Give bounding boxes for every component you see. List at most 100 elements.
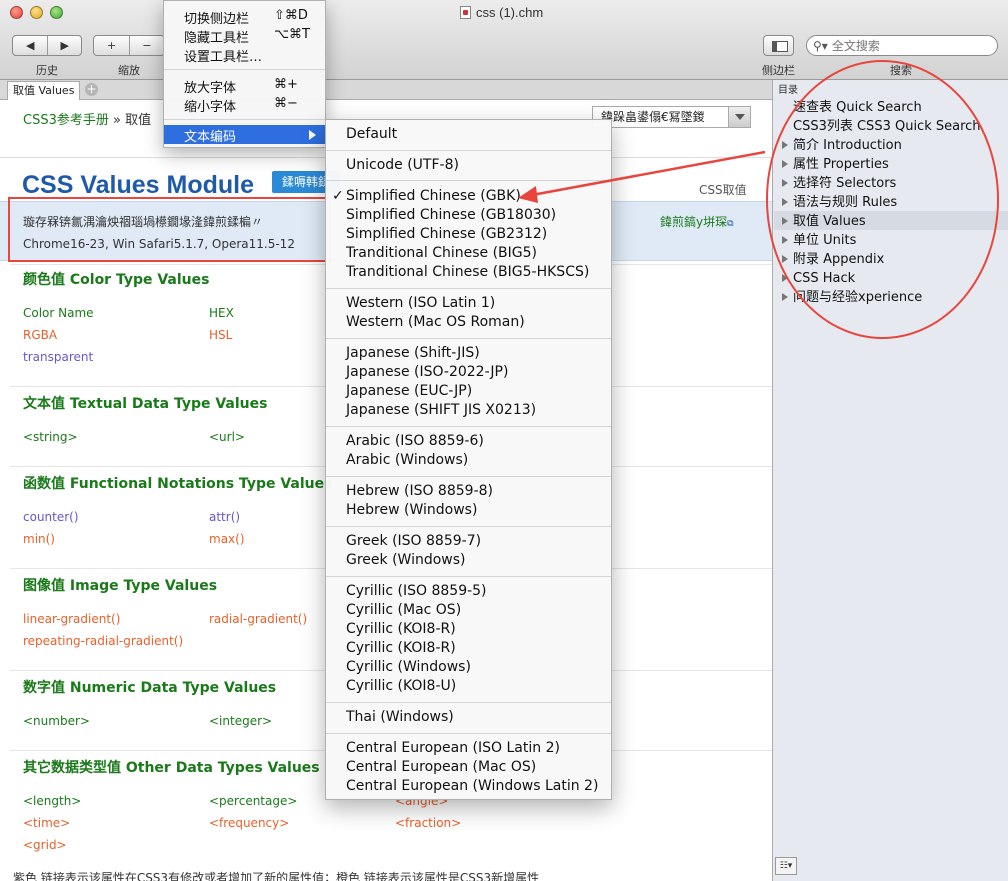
section-title-numeric: 数字值 Numeric Data Type Values	[23, 680, 277, 696]
encoding-option[interactable]: Hebrew (Windows)	[346, 501, 477, 520]
external-link-icon: ⧉	[727, 219, 734, 229]
chevron-down-icon	[728, 107, 750, 127]
toc-heading: 目录	[778, 85, 798, 96]
encoding-option[interactable]: Central European (ISO Latin 2)	[346, 739, 560, 758]
checkmark-icon: ✓	[332, 188, 344, 204]
encoding-option[interactable]: Thai (Windows)	[346, 708, 454, 727]
value-link[interactable]: HEX	[209, 306, 234, 320]
menu-separator	[326, 576, 611, 577]
breadcrumb-home-link[interactable]: CSS3参考手册	[23, 113, 109, 128]
forward-button[interactable]: ▶	[47, 36, 81, 55]
value-link[interactable]: <url>	[209, 430, 245, 444]
add-tab-icon[interactable]: +	[85, 83, 98, 96]
value-link[interactable]: <frequency>	[209, 816, 289, 830]
value-link[interactable]: HSL	[209, 328, 232, 342]
close-window-button[interactable]	[10, 6, 23, 19]
encoding-option[interactable]: Western (Mac OS Roman)	[346, 313, 525, 332]
annotation-rectangle	[8, 197, 331, 262]
menu-item-customize-toolbar[interactable]: 设置工具栏…	[164, 45, 325, 65]
encoding-option[interactable]: Arabic (Windows)	[346, 451, 468, 470]
value-link[interactable]: transparent	[23, 350, 93, 364]
value-link[interactable]: min()	[23, 532, 55, 546]
value-link[interactable]: <fraction>	[395, 816, 461, 830]
encoding-option[interactable]: Central European (Windows Latin 2)	[346, 777, 598, 796]
menu-separator	[326, 702, 611, 703]
menu-separator	[326, 426, 611, 427]
menu-item-hide-toolbar[interactable]: 隐藏工具栏 ⌥⌘T	[164, 26, 325, 46]
encoding-option[interactable]: Hebrew (ISO 8859-8)	[346, 482, 493, 501]
other-manuals-select[interactable]: 鍏跺畠鍙傝€冩墜鍐	[592, 106, 751, 128]
sidebar-options-button[interactable]: ☷▾	[775, 857, 797, 875]
history-label: 历史	[36, 65, 58, 77]
tab-values[interactable]: 取值 Values	[7, 81, 81, 100]
encoding-option[interactable]: Western (ISO Latin 1)	[346, 294, 495, 313]
menu-item-text-encoding[interactable]: 文本编码	[164, 125, 325, 145]
value-link[interactable]: radial-gradient()	[209, 612, 307, 626]
encoding-option[interactable]: Japanese (Shift-JIS)	[346, 344, 480, 363]
encoding-option[interactable]: Greek (ISO 8859-7)	[346, 532, 481, 551]
encoding-option[interactable]: Arabic (ISO 8859-6)	[346, 432, 484, 451]
annotation-ellipse	[766, 60, 999, 339]
menu-separator	[164, 69, 325, 70]
encoding-option-selected[interactable]: ✓ Simplified Chinese (GBK)	[332, 187, 521, 206]
value-link[interactable]: counter()	[23, 510, 79, 524]
text-encoding-submenu: Default Unicode (UTF-8) ✓ Simplified Chin…	[325, 119, 612, 800]
zoom-out-button[interactable]: −	[129, 36, 164, 55]
encoding-option[interactable]: Tranditional Chinese (BIG5-HKSCS)	[346, 263, 589, 282]
back-button[interactable]: ◀	[13, 36, 47, 55]
encoding-option[interactable]: Greek (Windows)	[346, 551, 466, 570]
search-input[interactable]	[831, 38, 982, 53]
value-link[interactable]: max()	[209, 532, 245, 546]
value-link[interactable]: <string>	[23, 430, 78, 444]
value-link[interactable]: <percentage>	[209, 794, 297, 808]
value-link[interactable]: repeating-radial-gradient()	[23, 634, 183, 648]
encoding-option[interactable]: Japanese (ISO-2022-JP)	[346, 363, 508, 382]
value-link[interactable]: <grid>	[23, 838, 67, 852]
fulltext-search-field[interactable]: ⚲▾	[806, 35, 998, 56]
encoding-option[interactable]: Simplified Chinese (GB18030)	[346, 206, 556, 225]
compat-list-link[interactable]: 鍏煎鎬у垪琛⧉	[660, 213, 734, 230]
section-title-other: 其它数据类型值 Other Data Types Values	[23, 760, 320, 776]
encoding-option[interactable]: Cyrillic (KOI8-R)	[346, 620, 456, 639]
legend-note: 紫色 链接表示该属性在CSS3有修改或者增加了新的属性值；橙色 链接表示该属性是…	[13, 871, 540, 881]
encoding-option[interactable]: Default	[346, 125, 397, 144]
view-menu: 切换侧边栏 ⇧⌘D 隐藏工具栏 ⌥⌘T 设置工具栏… 放大字体 ⌘+ 缩小字体 ⌘− 文…	[163, 0, 326, 148]
value-link[interactable]: <length>	[23, 794, 81, 808]
encoding-option[interactable]: Cyrillic (KOI8-R)	[346, 639, 456, 658]
minimize-window-button[interactable]	[30, 6, 43, 19]
encoding-option[interactable]: Tranditional Chinese (BIG5)	[346, 244, 537, 263]
breadcrumb-separator: »	[113, 113, 121, 128]
breadcrumb: CSS3参考手册 » 取值	[23, 109, 151, 128]
encoding-option[interactable]: Japanese (EUC-JP)	[346, 382, 472, 401]
sidebar-label: 侧边栏	[762, 65, 795, 77]
value-link[interactable]: <integer>	[209, 714, 272, 728]
value-link[interactable]: <number>	[23, 714, 90, 728]
toggle-sidebar-button[interactable]	[763, 35, 794, 56]
value-link[interactable]: Color Name	[23, 306, 94, 320]
page-title: CSS Values Module	[22, 171, 255, 199]
encoding-option[interactable]: Central European (Mac OS)	[346, 758, 536, 777]
encoding-option[interactable]: Unicode (UTF-8)	[346, 156, 459, 175]
disclosure-triangle-icon[interactable]	[782, 293, 792, 301]
zoom-label: 缩放	[118, 65, 140, 77]
menu-item-bigger-font[interactable]: 放大字体 ⌘+	[164, 76, 325, 96]
encoding-option[interactable]: Cyrillic (Mac OS)	[346, 601, 461, 620]
encoding-option[interactable]: Simplified Chinese (GB2312)	[346, 225, 547, 244]
menu-item-smaller-font[interactable]: 缩小字体 ⌘−	[164, 95, 325, 115]
window-title-text: css (1).chm	[476, 5, 544, 20]
encoding-option[interactable]: Japanese (SHIFT JIS X0213)	[346, 401, 536, 420]
section-title-image: 图像值 Image Type Values	[23, 578, 218, 594]
section-title-textual: 文本值 Textual Data Type Values	[23, 396, 268, 412]
menu-item-toggle-sidebar[interactable]: 切换侧边栏 ⇧⌘D	[164, 7, 325, 27]
menu-separator	[326, 338, 611, 339]
encoding-option[interactable]: Cyrillic (Windows)	[346, 658, 471, 677]
zoom-window-button[interactable]	[50, 6, 63, 19]
menu-separator	[326, 288, 611, 289]
value-link[interactable]: attr()	[209, 510, 240, 524]
value-link[interactable]: <time>	[23, 816, 70, 830]
encoding-option[interactable]: Cyrillic (KOI8-U)	[346, 677, 456, 696]
encoding-option[interactable]: Cyrillic (ISO 8859-5)	[346, 582, 487, 601]
value-link[interactable]: RGBA	[23, 328, 57, 342]
zoom-in-button[interactable]: +	[94, 36, 129, 55]
value-link[interactable]: linear-gradient()	[23, 612, 120, 626]
